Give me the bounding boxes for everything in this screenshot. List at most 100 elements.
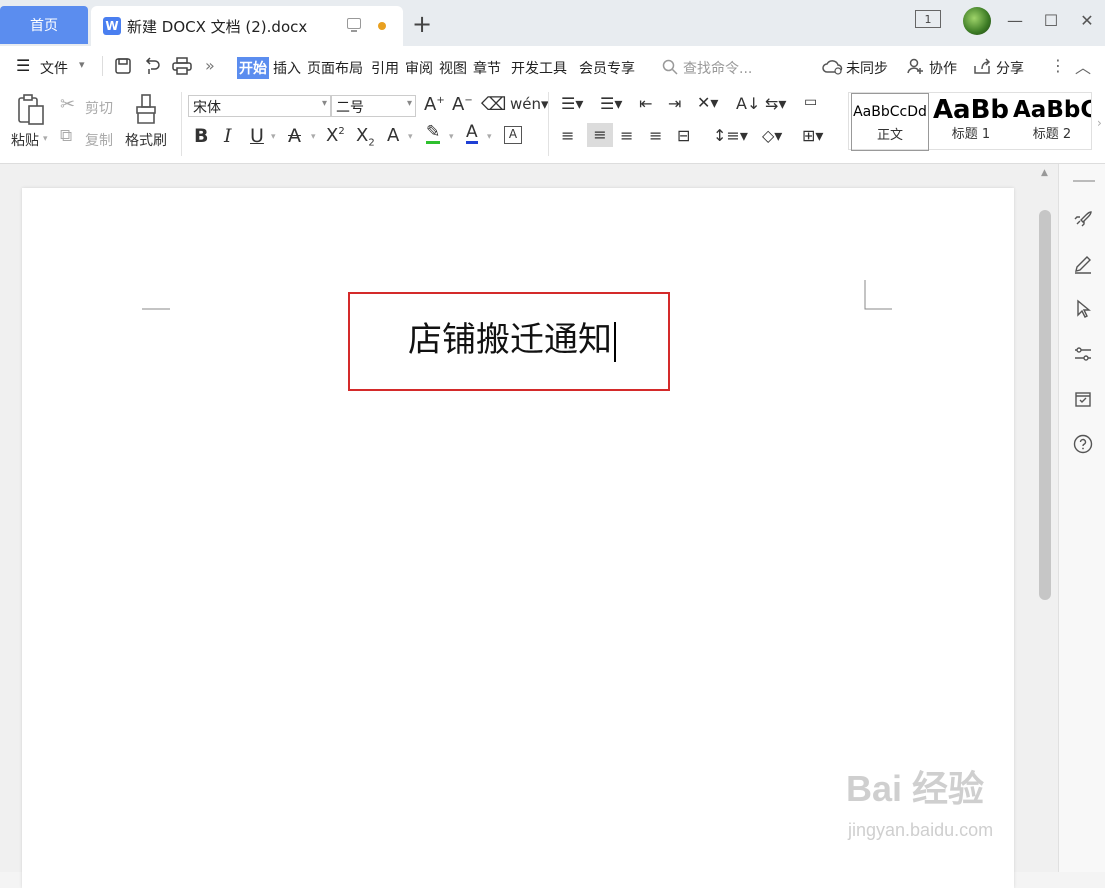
chevron-down-icon[interactable]: ▾ <box>408 132 413 142</box>
print-icon[interactable] <box>172 57 192 75</box>
document-tab[interactable]: W 新建 DOCX 文档 (2).docx <box>91 6 403 46</box>
superscript-icon[interactable]: X2 <box>326 125 345 146</box>
menu-tab-page-layout[interactable]: 页面布局 <box>307 58 363 78</box>
justify-icon[interactable]: ≡ <box>649 126 662 145</box>
save-icon[interactable] <box>114 57 132 75</box>
vertical-scrollbar[interactable]: ▲ <box>1036 164 1058 872</box>
archive-check-icon[interactable] <box>1073 389 1093 409</box>
menu-tab-review[interactable]: 审阅 <box>405 58 433 78</box>
maximize-icon[interactable]: ☐ <box>1033 11 1069 30</box>
highlight-icon[interactable]: ✎ <box>426 123 441 144</box>
watermark-url: jingyan.baidu.com <box>848 820 994 840</box>
collapse-ribbon-icon[interactable]: ︿ <box>1075 54 1091 78</box>
style-normal[interactable]: AaBbCcDd 正文 <box>851 93 929 151</box>
format-painter-button[interactable]: 格式刷 <box>125 130 167 150</box>
unsaved-dot-icon <box>378 22 386 30</box>
numbered-list-icon[interactable]: ☰▾ <box>600 94 622 113</box>
search-input[interactable]: 查找命令... <box>683 58 752 78</box>
font-color-icon[interactable]: A <box>466 123 478 144</box>
menu-tab-developer[interactable]: 开发工具 <box>511 58 567 78</box>
chevron-down-icon[interactable]: ▾ <box>79 58 85 71</box>
italic-icon[interactable]: I <box>224 125 232 147</box>
document-title-text[interactable]: 店铺搬迁通知 <box>408 312 616 362</box>
char-border-icon[interactable]: A <box>504 126 522 144</box>
close-icon[interactable]: ✕ <box>1069 11 1105 30</box>
menu-tab-start[interactable]: 开始 <box>237 57 269 79</box>
styles-scroll-right-icon[interactable]: › <box>1097 116 1102 130</box>
chevron-down-icon[interactable]: ▾ <box>449 132 454 142</box>
line-spacing-icon[interactable]: ↕≡▾ <box>713 126 748 145</box>
decrease-indent-icon[interactable]: ⇤ <box>639 94 652 113</box>
copy-button[interactable]: 复制 <box>85 130 113 150</box>
menu-tab-member[interactable]: 会员专享 <box>579 58 635 78</box>
style-heading-1[interactable]: AaBb 标题 1 <box>931 93 1011 151</box>
chevron-down-icon[interactable]: ▾ <box>311 132 316 142</box>
hamburger-icon[interactable]: ☰ <box>16 56 30 75</box>
underline-icon[interactable]: U <box>250 125 264 147</box>
align-right-icon[interactable]: ≡ <box>620 126 633 145</box>
unsynced-label[interactable]: 未同步 <box>846 58 888 78</box>
style-sample: AaBbC <box>1013 97 1091 123</box>
window-count-badge[interactable]: 1 <box>915 10 941 28</box>
borders-icon[interactable]: ⊞▾ <box>802 126 823 145</box>
distribute-icon[interactable]: ⊟ <box>677 126 690 145</box>
copy-icon[interactable]: ⧉ <box>60 126 72 146</box>
more-chevrons-icon[interactable]: » <box>205 56 215 75</box>
sort-icon[interactable]: A↓ <box>736 94 760 113</box>
menu-tab-insert[interactable]: 插入 <box>273 58 301 78</box>
subscript-icon[interactable]: X2 <box>356 125 375 149</box>
help-icon[interactable] <box>1073 434 1093 454</box>
sliders-icon[interactable] <box>1073 344 1093 364</box>
font-size-select[interactable]: 二号 <box>331 95 416 117</box>
shading-icon[interactable]: ◇▾ <box>762 126 782 145</box>
scrollbar-thumb[interactable] <box>1039 210 1051 600</box>
chevron-down-icon[interactable]: ▾ <box>271 132 276 142</box>
file-menu[interactable]: 文件 <box>40 58 68 78</box>
align-center-icon[interactable]: ≡ <box>587 123 613 147</box>
bullet-list-icon[interactable]: ☰▾ <box>561 94 583 113</box>
increase-indent-icon[interactable]: ⇥ <box>668 94 681 113</box>
share-icon[interactable] <box>973 57 991 75</box>
cloud-sync-icon[interactable] <box>822 58 844 76</box>
strikethrough-icon[interactable]: A <box>288 125 301 147</box>
monitor-icon[interactable] <box>347 18 361 32</box>
menu-tab-view[interactable]: 视图 <box>439 58 467 78</box>
new-tab-plus-icon[interactable]: + <box>412 10 432 38</box>
menu-tab-chapter[interactable]: 章节 <box>473 58 501 78</box>
eraser-icon[interactable]: ⌫ <box>481 94 506 115</box>
collaborate-icon[interactable] <box>906 57 924 75</box>
align-left-icon[interactable]: ≡ <box>561 126 574 145</box>
minimize-icon[interactable]: — <box>997 11 1033 30</box>
increase-font-icon[interactable]: A+ <box>424 94 445 115</box>
chinese-layout-icon[interactable]: ✕▾ <box>697 93 718 112</box>
search-icon[interactable] <box>662 59 678 75</box>
show-marks-icon[interactable]: ▭ <box>804 94 817 110</box>
collaborate-label[interactable]: 协作 <box>929 58 957 78</box>
more-options-icon[interactable]: ⋮ <box>1050 56 1066 75</box>
text-effect-icon[interactable]: A <box>387 125 399 146</box>
cursor-select-icon[interactable] <box>1073 299 1093 319</box>
home-tab[interactable]: 首页 <box>0 6 88 44</box>
avatar[interactable] <box>963 7 991 35</box>
text-direction-icon[interactable]: ⇆▾ <box>765 94 786 113</box>
scroll-up-icon[interactable]: ▲ <box>1041 168 1048 178</box>
style-label: 标题 2 <box>1032 127 1072 142</box>
pane-handle <box>1073 180 1095 182</box>
phonetic-icon[interactable]: wén▾ <box>510 95 549 113</box>
format-painter-icon[interactable] <box>134 94 160 126</box>
pen-icon[interactable] <box>1073 254 1093 274</box>
menu-tab-references[interactable]: 引用 <box>371 58 399 78</box>
paste-button[interactable]: 粘贴 <box>11 130 39 150</box>
undo-redo-icon[interactable] <box>143 57 163 75</box>
rocket-icon[interactable] <box>1073 208 1093 228</box>
bold-icon[interactable]: B <box>194 125 208 147</box>
decrease-font-icon[interactable]: A− <box>452 94 473 115</box>
chevron-down-icon[interactable]: ▾ <box>43 134 48 144</box>
cut-button[interactable]: 剪切 <box>85 98 113 118</box>
font-name-select[interactable]: 宋体 <box>188 95 331 117</box>
scissors-icon[interactable]: ✂ <box>60 94 75 115</box>
paste-icon[interactable] <box>16 94 46 126</box>
style-heading-2[interactable]: AaBbC 标题 2 <box>1013 93 1091 151</box>
share-label[interactable]: 分享 <box>996 58 1024 78</box>
chevron-down-icon[interactable]: ▾ <box>487 132 492 142</box>
